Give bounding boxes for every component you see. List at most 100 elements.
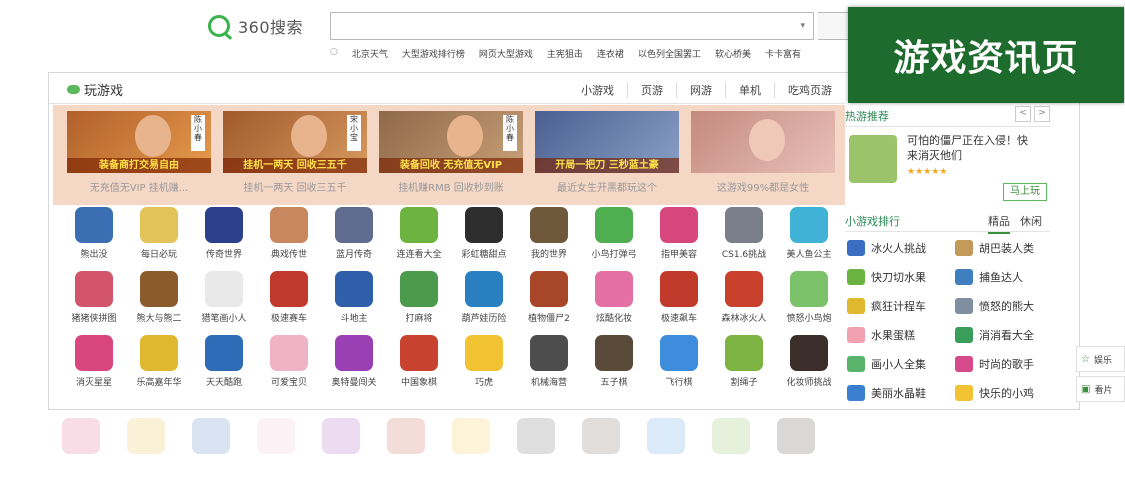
game-label: 极速赛车 <box>270 314 307 324</box>
hotword-link[interactable]: 以色列全国罢工 <box>638 47 701 60</box>
rank-item[interactable]: 美丽水晶鞋 <box>847 385 926 401</box>
tab-mini-games[interactable]: 小游戏 <box>568 82 627 98</box>
rank-item[interactable]: 愤怒的熊大 <box>955 298 1034 314</box>
game-tile[interactable]: 美人鱼公主 <box>778 207 840 260</box>
chevron-down-icon[interactable]: ▾ <box>800 21 805 31</box>
rank-item[interactable]: 冰火人挑战 <box>847 240 926 256</box>
game-icon <box>140 207 178 243</box>
hotword-link[interactable]: 大型游戏排行榜 <box>402 47 465 60</box>
rank-item[interactable]: 画小人全集 <box>847 356 926 372</box>
rank-item-label: 消消看大全 <box>979 329 1034 342</box>
hot-recommend-card[interactable]: 可怕的僵尸正在入侵！快来消灭他们 ★★★★★ 马上玩 <box>845 127 1050 201</box>
game-icon <box>847 356 865 372</box>
play-now-button[interactable]: 马上玩 <box>1003 183 1047 201</box>
game-tile[interactable]: 可爱宝贝 <box>258 335 320 388</box>
zombie-game-thumbnail[interactable] <box>849 135 897 183</box>
game-icon <box>75 207 113 243</box>
chevron-right-icon[interactable]: > <box>1034 106 1050 122</box>
game-tile[interactable]: 猎笔画小人 <box>193 271 255 324</box>
rank-item[interactable]: 水果蛋糕 <box>847 327 915 343</box>
game-tile[interactable]: 典戏传世 <box>258 207 320 260</box>
video-button[interactable]: ▣ 看片 <box>1076 376 1125 402</box>
logo[interactable]: 360搜索 <box>208 14 303 38</box>
rank-item[interactable]: 快刀切水果 <box>847 269 926 285</box>
game-tile[interactable]: 传奇世界 <box>193 207 255 260</box>
game-tile[interactable]: 连连看大全 <box>388 207 450 260</box>
reflection-row <box>62 418 842 454</box>
rank-item[interactable]: 消消看大全 <box>955 327 1034 343</box>
tab-online-games[interactable]: 网游 <box>676 82 725 98</box>
game-tile[interactable]: 愤怒小鸟炮 <box>778 271 840 324</box>
game-icon <box>400 271 438 307</box>
game-tile[interactable]: 指甲美容 <box>648 207 710 260</box>
hotword-link[interactable]: 网页大型游戏 <box>479 47 533 60</box>
game-label: 巧虎 <box>474 378 493 388</box>
game-tile[interactable]: 打麻将 <box>388 271 450 324</box>
game-tile[interactable]: 割绳子 <box>713 335 775 388</box>
rank-item[interactable]: 胡巴装人类 <box>955 240 1034 256</box>
search-input[interactable]: ▾ <box>330 12 814 40</box>
promo-banner[interactable]: 陈小春 装备商打交易自由 无充值无VIP 挂机赚... <box>67 111 211 194</box>
tab-casual[interactable]: 休闲 <box>1020 213 1042 234</box>
game-tile[interactable]: 巧虎 <box>453 335 515 388</box>
entertainment-button[interactable]: ☆ 娱乐 <box>1076 346 1125 372</box>
game-tile[interactable]: 乐高嘉年华 <box>128 335 190 388</box>
hotword-link[interactable]: 软心桥美 <box>715 47 751 60</box>
game-tile[interactable]: 五子棋 <box>583 335 645 388</box>
game-tile[interactable]: 机械海营 <box>518 335 580 388</box>
game-label: 蓝月传奇 <box>335 250 372 260</box>
promo-banner[interactable]: 这游戏99%都是女性 <box>691 111 835 194</box>
rank-item[interactable]: 快乐的小鸡 <box>955 385 1034 401</box>
game-tile[interactable]: 小鸟打弹弓 <box>583 207 645 260</box>
game-tile[interactable]: 熊出没 <box>63 207 125 260</box>
game-tile[interactable]: 极速飙车 <box>648 271 710 324</box>
game-icon <box>725 335 763 371</box>
game-icon <box>955 327 973 343</box>
game-tile[interactable]: 斗地主 <box>323 271 385 324</box>
game-tile[interactable]: 飞行棋 <box>648 335 710 388</box>
game-label: 小鸟打弹弓 <box>591 250 637 260</box>
tab-battle-royale[interactable]: 吃鸡页游 <box>774 82 845 98</box>
hot-recommend-header: 热游推荐 < > <box>845 104 1050 127</box>
game-label: 割绳子 <box>730 378 758 388</box>
game-tile[interactable]: 化妆师挑战 <box>778 335 840 388</box>
game-tile[interactable]: 葫芦娃历险 <box>453 271 515 324</box>
tab-single-player[interactable]: 单机 <box>725 82 774 98</box>
game-tile[interactable]: 中国象棋 <box>388 335 450 388</box>
panel-header: 玩游戏 小游戏 页游 网游 单机 吃鸡页游 <box>49 73 845 104</box>
game-tile[interactable]: 蓝月传奇 <box>323 207 385 260</box>
logo-text: 360搜索 <box>238 18 304 37</box>
tab-featured[interactable]: 精品 <box>988 213 1010 234</box>
promo-banner[interactable]: 陈小春 装备回收 无充值无VIP 挂机赚RMB 回收秒到账 <box>379 111 523 194</box>
star-icon: ☆ <box>1081 353 1090 365</box>
game-label: 斗地主 <box>340 314 368 324</box>
game-tile[interactable]: 植物僵尸2 <box>518 271 580 324</box>
game-icon <box>530 335 568 371</box>
hotword-link[interactable]: 主宪狙击 <box>547 47 583 60</box>
carousel-arrows: < > <box>1015 106 1050 122</box>
game-tile[interactable]: 彩虹糖甜点 <box>453 207 515 260</box>
game-tile[interactable]: 天天酷跑 <box>193 335 255 388</box>
promo-banner[interactable]: 开局一把刀 三秒蓝土豪 最近女生开黑都玩这个 <box>535 111 679 194</box>
game-tile[interactable]: 炫酷化妆 <box>583 271 645 324</box>
game-tile[interactable]: 熊大与熊二 <box>128 271 190 324</box>
promo-banner[interactable]: 宋小宝 挂机一两天 回收三五千 挂机一两天 回收三五千 <box>223 111 367 194</box>
game-tile[interactable]: 我的世界 <box>518 207 580 260</box>
game-tile[interactable]: 消灭星星 <box>63 335 125 388</box>
rank-item[interactable]: 捕鱼达人 <box>955 269 1023 285</box>
rank-item[interactable]: 疯狂计程车 <box>847 298 926 314</box>
game-tile[interactable]: 每日必玩 <box>128 207 190 260</box>
game-tile[interactable]: 奥特曼闯关 <box>323 335 385 388</box>
hotword-link[interactable]: 北京天气 <box>352 47 388 60</box>
tab-web-games[interactable]: 页游 <box>627 82 676 98</box>
game-tile[interactable]: 极速赛车 <box>258 271 320 324</box>
game-tile[interactable]: 猪猪侠拼图 <box>63 271 125 324</box>
game-icon <box>955 356 973 372</box>
game-tile[interactable]: CS1.6挑战 <box>713 207 775 260</box>
hotword-link[interactable]: 卡卡富有 <box>765 47 801 60</box>
game-tile[interactable]: 森林冰火人 <box>713 271 775 324</box>
hotword-link[interactable]: 连衣裙 <box>597 47 624 60</box>
chevron-left-icon[interactable]: < <box>1015 106 1031 122</box>
game-icon <box>335 207 373 243</box>
rank-item[interactable]: 时尚的歌手 <box>955 356 1034 372</box>
